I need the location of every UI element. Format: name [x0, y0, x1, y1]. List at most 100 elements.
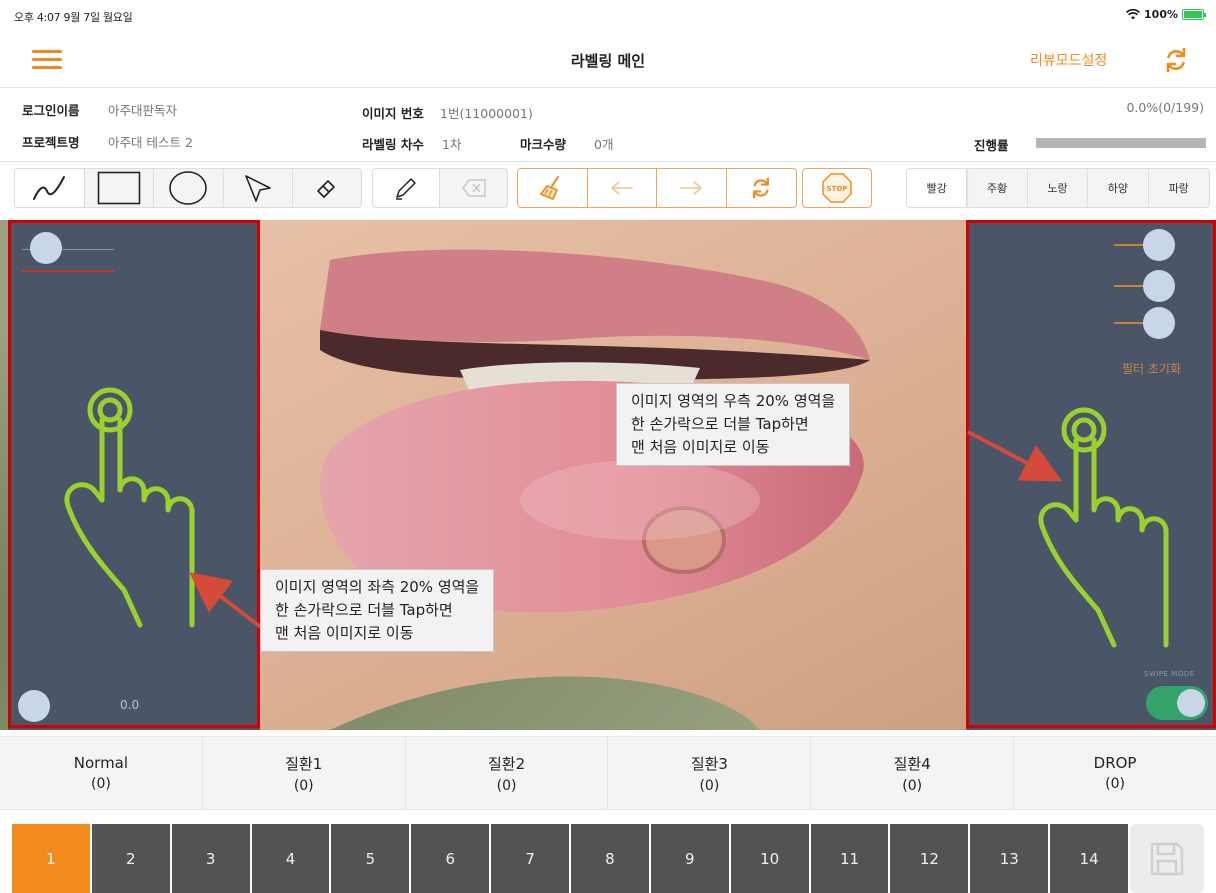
refresh-icon — [753, 177, 770, 199]
nav-bar: 라벨링 메인 리뷰모드설정 — [0, 30, 1216, 88]
left-callout-line-1: 이미지 영역의 좌측 20% 영역을 — [275, 578, 480, 596]
rectangle-tool-button[interactable] — [85, 169, 155, 207]
page-7-button[interactable]: 7 — [491, 824, 572, 893]
reset-button[interactable] — [727, 169, 797, 207]
color-blue-button[interactable]: 파랑 — [1149, 169, 1209, 207]
category-count: (0) — [902, 777, 923, 794]
category-name: 질환3 — [690, 754, 728, 773]
freehand-tool-button[interactable] — [15, 169, 85, 207]
status-bar: 오후 4:07 9월 7일 월요일 100% — [0, 0, 1216, 30]
clear-all-button[interactable] — [518, 169, 588, 207]
category-name: Normal — [73, 754, 129, 772]
right-double-tap-callout: 이미지 영역의 우측 20% 영역을 한 손가락으로 더블 Tap하면 맨 처음… — [616, 383, 851, 466]
progress-text: 0.0%(0/199) — [1126, 100, 1204, 115]
page-1-button[interactable]: 1 — [12, 824, 92, 893]
category-count: (0) — [496, 777, 517, 794]
category-normal-button[interactable]: Normal (0) — [0, 737, 203, 809]
action-tools — [517, 168, 797, 208]
left-callout-line-2: 한 손가락으로 더블 Tap하면 — [275, 601, 453, 619]
category-name: 질환4 — [893, 754, 931, 773]
project-name-label: 프로젝트명 — [22, 135, 80, 150]
right-callout-line-3: 맨 처음 이미지로 이동 — [631, 438, 770, 456]
progress-label: 진행률 — [974, 138, 1009, 153]
login-name-value: 아주대판독자 — [108, 103, 178, 118]
save-button[interactable] — [1130, 824, 1204, 893]
undo-icon — [610, 181, 633, 195]
polygon-pointer-icon — [245, 175, 271, 202]
page-9-button[interactable]: 9 — [650, 824, 731, 893]
category-name: 질환1 — [285, 754, 323, 773]
battery-icon — [1182, 9, 1206, 20]
edit-tools — [372, 168, 508, 208]
category-count: (0) — [293, 777, 314, 794]
left-callout-line-3: 맨 처음 이미지로 이동 — [275, 624, 414, 642]
page-6-button[interactable]: 6 — [411, 824, 492, 893]
category-name: 질환2 — [487, 754, 526, 773]
color-yellow-button[interactable]: 노랑 — [1028, 169, 1089, 207]
color-orange-button[interactable]: 주황 — [967, 169, 1028, 207]
hamburger-menu-icon[interactable] — [32, 50, 62, 70]
category-bar: Normal (0) 질환1 (0) 질환2 (0) 질환3 (0) 질환4 (… — [0, 736, 1216, 810]
color-red-button[interactable]: 빨강 — [907, 169, 968, 207]
status-time-date: 오후 4:07 9월 7일 월요일 — [14, 11, 133, 24]
broom-icon — [540, 176, 560, 200]
project-name-value: 아주대 테스트 2 — [108, 135, 193, 150]
image-number-value: 1번(11000001) — [440, 106, 533, 121]
review-mode-settings-button[interactable]: 리뷰모드설정 — [1030, 50, 1107, 70]
mark-count-label: 마크수량 — [520, 137, 567, 152]
right-callout-line-1: 이미지 영역의 우측 20% 영역을 — [631, 392, 836, 410]
redo-icon — [680, 181, 703, 195]
refresh-icon[interactable] — [1162, 46, 1190, 74]
battery-percent: 100% — [1144, 8, 1178, 21]
stop-sign-icon: STOP — [822, 173, 852, 203]
drawing-toolbar: STOP 빨강 주황 노랑 하양 파랑 — [0, 162, 1216, 220]
category-count: (0) — [699, 777, 720, 794]
status-right: 100% — [1126, 8, 1206, 21]
pen-icon — [396, 178, 416, 200]
labeling-canvas[interactable]: 0.0 필터 초기화 SWIPE MODE 이미지 영역의 우측 20% 영역을… — [0, 220, 1216, 730]
category-disease4-button[interactable]: 질환4 (0) — [811, 737, 1015, 809]
freehand-line-icon — [33, 176, 66, 200]
rectangle-icon — [97, 171, 141, 205]
svg-text:STOP: STOP — [827, 185, 848, 193]
wifi-icon — [1126, 9, 1140, 20]
undo-button[interactable] — [588, 169, 657, 207]
page-2-button[interactable]: 2 — [91, 824, 172, 893]
image-number-label: 이미지 번호 — [362, 106, 424, 121]
category-drop-button[interactable]: DROP (0) — [1014, 737, 1216, 809]
delete-mark-button[interactable] — [440, 169, 507, 207]
ellipse-tool-button[interactable] — [154, 169, 224, 207]
category-count: (0) — [90, 776, 111, 792]
delete-mark-icon — [461, 179, 486, 197]
color-white-button[interactable]: 하양 — [1088, 169, 1149, 207]
polygon-tool-button[interactable] — [224, 169, 294, 207]
eraser-tool-button[interactable] — [293, 169, 361, 207]
category-disease1-button[interactable]: 질환1 (0) — [203, 737, 406, 809]
redo-button[interactable] — [657, 169, 727, 207]
labeling-info: 로그인이름 아주대판독자 프로젝트명 아주대 테스트 2 이미지 번호 1번(1… — [0, 88, 1216, 162]
color-selector: 빨강 주황 노랑 하양 파랑 — [906, 168, 1210, 208]
page-3-button[interactable]: 3 — [171, 824, 252, 893]
image-page-strip: 1 2 3 4 5 6 7 8 9 10 11 12 13 14 — [12, 824, 1131, 893]
stop-tools: STOP — [802, 168, 872, 208]
page-13-button[interactable]: 13 — [970, 824, 1051, 893]
page-14-button[interactable]: 14 — [1050, 824, 1131, 893]
page-12-button[interactable]: 12 — [890, 824, 971, 893]
category-name: DROP — [1093, 754, 1137, 772]
page-5-button[interactable]: 5 — [331, 824, 412, 893]
stop-button[interactable]: STOP — [803, 169, 871, 207]
left-double-tap-callout: 이미지 영역의 좌측 20% 영역을 한 손가락으로 더블 Tap하면 맨 처음… — [260, 569, 495, 652]
pen-tool-button[interactable] — [373, 169, 440, 207]
category-disease2-button[interactable]: 질환2 (0) — [406, 737, 609, 809]
shape-tools — [14, 168, 362, 208]
callout-arrows — [189, 430, 1063, 630]
page-8-button[interactable]: 8 — [571, 824, 651, 893]
category-disease3-button[interactable]: 질환3 (0) — [608, 737, 812, 809]
labeling-round-label: 라벨링 차수 — [362, 137, 424, 152]
page-11-button[interactable]: 11 — [810, 824, 891, 893]
eraser-icon — [317, 180, 335, 198]
circle-icon — [169, 171, 208, 205]
page-4-button[interactable]: 4 — [251, 824, 332, 893]
save-disk-icon — [1150, 842, 1184, 875]
page-10-button[interactable]: 10 — [730, 824, 811, 893]
